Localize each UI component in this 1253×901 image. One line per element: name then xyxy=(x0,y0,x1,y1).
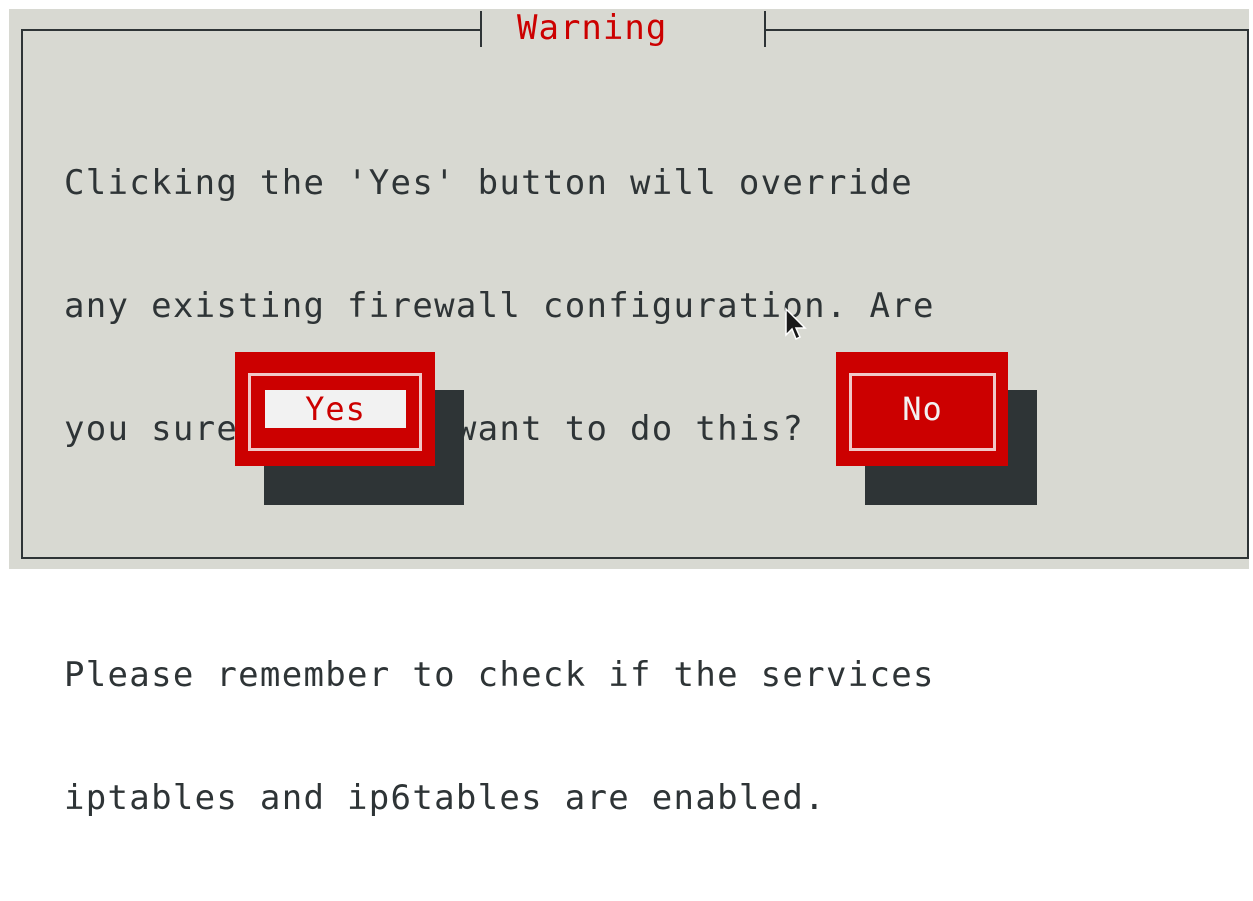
no-button[interactable]: No xyxy=(836,352,1008,466)
no-button-wrap: No xyxy=(836,352,1039,505)
message-line xyxy=(64,532,1234,573)
yes-button-wrap: Yes xyxy=(235,352,466,505)
mouse-pointer-icon xyxy=(785,307,807,341)
message-line: Clicking the 'Yes' button will override xyxy=(64,163,914,203)
message-line: iptables and ip6tables are enabled. xyxy=(64,778,826,818)
message-line: any existing firewall configuration. Are xyxy=(64,286,935,326)
yes-button-label: Yes xyxy=(305,390,366,428)
message-line: Please remember to check if the services xyxy=(64,655,935,695)
yes-button[interactable]: Yes xyxy=(235,352,435,466)
no-button-label: No xyxy=(902,390,943,428)
warning-dialog: Warning Clicking the 'Yes' button will o… xyxy=(9,8,1249,818)
title-border-left xyxy=(480,11,482,47)
title-border-right-tick xyxy=(764,29,780,31)
dialog-title: Warning xyxy=(517,8,668,48)
